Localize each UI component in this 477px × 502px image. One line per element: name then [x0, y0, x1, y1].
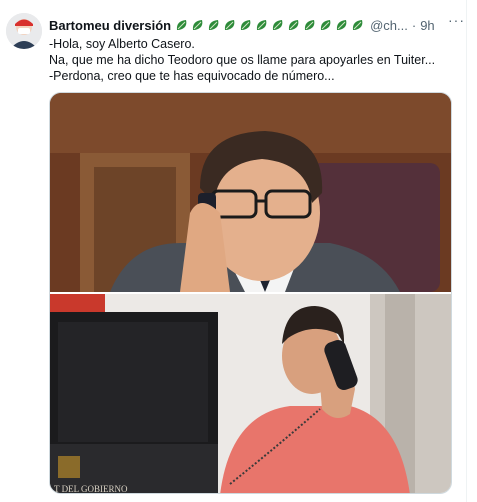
tweet-card[interactable]: Bartomeu diversión @ch... · 9h ··· -Hola…	[0, 0, 477, 502]
user-handle[interactable]: @ch...	[370, 18, 408, 33]
leaf-icon	[305, 20, 315, 30]
leaf-icon	[353, 20, 363, 30]
leaf-icon	[273, 20, 283, 30]
tweet-text-line: -Perdona, creo que te has equivocado de …	[49, 69, 335, 83]
column-divider	[466, 0, 467, 502]
tweet-text-line: -Hola, soy Alberto Casero.	[49, 37, 195, 51]
leaf-emoji-badges	[175, 18, 365, 32]
desk-caption: T DEL GOBIERNO	[54, 484, 128, 494]
tweet-media[interactable]: T DEL GOBIERNO	[49, 92, 452, 494]
display-name[interactable]: Bartomeu diversión	[49, 18, 171, 33]
avatar-image	[6, 13, 42, 49]
leaf-icon	[193, 20, 203, 30]
leaf-icon	[177, 20, 187, 30]
leaf-icon	[241, 20, 251, 30]
leaf-icon	[209, 20, 219, 30]
timestamp[interactable]: 9h	[420, 18, 434, 33]
avatar[interactable]	[6, 13, 42, 49]
more-options-icon[interactable]: ···	[448, 12, 465, 28]
tweet-text-line: Na, que me ha dicho Teodoro que os llame…	[49, 53, 436, 67]
leaf-icon	[225, 20, 235, 30]
leaf-icon	[321, 20, 331, 30]
photo-man-in-parliament[interactable]	[50, 93, 452, 292]
tweet-header: Bartomeu diversión @ch... · 9h	[49, 16, 464, 34]
leaf-icon	[337, 20, 347, 30]
photo-man-in-pink-shirt[interactable]: T DEL GOBIERNO	[50, 294, 452, 494]
tweet-text: -Hola, soy Alberto Casero. Na, que me ha…	[49, 36, 459, 84]
leaf-icon	[289, 20, 299, 30]
separator-dot: ·	[411, 17, 417, 33]
leaf-icon	[257, 20, 267, 30]
